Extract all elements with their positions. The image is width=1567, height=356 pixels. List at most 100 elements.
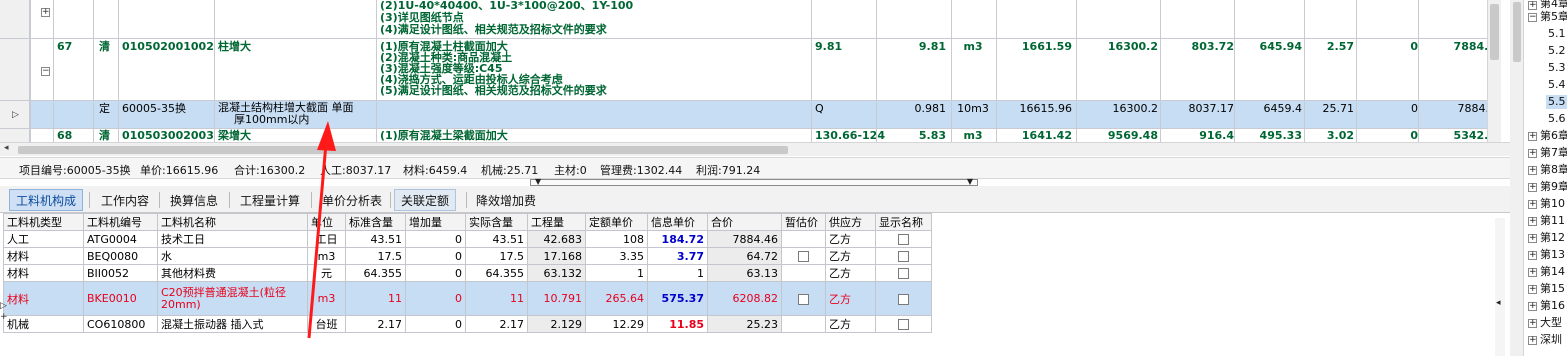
cell-name[interactable]: 其他材料费 [157, 264, 308, 282]
cell-std[interactable]: 64.355 [345, 264, 406, 282]
cell-display-name[interactable] [875, 247, 932, 265]
cell-actual[interactable]: 17.5 [465, 247, 528, 265]
cell-name[interactable]: 技术工日 [157, 230, 308, 248]
tab-quantity-calc[interactable]: 工程量计算 [233, 189, 307, 211]
cell-display-name[interactable] [875, 230, 932, 248]
col-std-content[interactable]: 标准含量 [345, 213, 406, 231]
cell-name[interactable]: 水 [157, 247, 308, 265]
collapse-icon[interactable]: − [41, 67, 50, 76]
cell-display-name[interactable] [875, 315, 932, 333]
cell-actual[interactable]: 11 [465, 281, 528, 316]
expand-icon[interactable]: + [1528, 336, 1537, 345]
tree-item[interactable]: 5.2 [1548, 44, 1566, 58]
cell-quota-price[interactable]: 3.35 [585, 247, 648, 265]
expand-icon[interactable]: + [1528, 1, 1537, 10]
cell-type[interactable]: 材料 [3, 264, 84, 282]
tree-item[interactable]: 大型 [1540, 316, 1562, 330]
cell-supplier[interactable]: 乙方 [825, 315, 876, 333]
col-name[interactable]: 工料机名称 [157, 213, 308, 231]
cell-std[interactable]: 17.5 [345, 247, 406, 265]
expand-icon[interactable]: + [1528, 285, 1537, 294]
tree-item[interactable]: 深圳 [1540, 333, 1562, 347]
cell-actual[interactable]: 43.51 [465, 230, 528, 248]
col-sum[interactable]: 合价 [707, 213, 782, 231]
cell-unit[interactable]: 台班 [307, 315, 346, 333]
expand-icon[interactable]: + [1528, 149, 1537, 158]
cell-info-price[interactable]: 3.77 [647, 247, 708, 265]
expand-icon[interactable]: + [1528, 268, 1537, 277]
tree-item[interactable]: 第11 [1540, 214, 1565, 228]
cell-unit[interactable]: 元 [307, 264, 346, 282]
cell-code[interactable]: CO610800 [83, 315, 158, 333]
tree-item[interactable]: 5.4 [1548, 78, 1566, 92]
col-display-name[interactable]: 显示名称 [875, 213, 932, 231]
expand-icon[interactable]: + [1528, 200, 1537, 209]
display-checkbox[interactable] [898, 234, 909, 245]
cell-info-price[interactable]: 575.37 [647, 281, 708, 316]
tree-item[interactable]: 第14 [1540, 265, 1565, 279]
cell-std[interactable]: 43.51 [345, 230, 406, 248]
table-row[interactable]: 材料 BII0052 其他材料费 元 64.355 0 64.355 63.13… [3, 264, 932, 282]
cell-add[interactable]: 0 [405, 281, 466, 316]
panel-splitter[interactable]: ▼ ▼ [530, 177, 978, 186]
cell-supplier[interactable]: 乙方 [825, 230, 876, 248]
expand-icon[interactable]: + [1528, 319, 1537, 328]
cell-type[interactable]: 材料 [3, 247, 84, 265]
cell-quota-price[interactable]: 1 [585, 264, 648, 282]
cell-name[interactable]: C20预拌普通混凝土(粒径 20mm) [157, 281, 308, 316]
tab-work-content[interactable]: 工作内容 [94, 189, 156, 211]
tab-conversion-info[interactable]: 换算信息 [163, 189, 225, 211]
cell-quota-price[interactable]: 12.29 [585, 315, 648, 333]
col-type[interactable]: 工料机类型 [3, 213, 84, 231]
cell-type[interactable]: 人工 [3, 230, 84, 248]
expand-icon[interactable]: + [1528, 302, 1537, 311]
cell-display-name[interactable] [875, 281, 932, 316]
expand-icon[interactable]: + [0, 312, 8, 322]
lower-vertical-scrollbar[interactable]: ◂ [1495, 218, 1505, 356]
tree-item[interactable]: 5.1 [1548, 27, 1566, 41]
tab-efficiency-reduction[interactable]: 降效增加费 [469, 189, 543, 211]
expand-icon[interactable]: + [41, 8, 50, 17]
display-checkbox[interactable] [898, 319, 909, 330]
col-quota-price[interactable]: 定额单价 [585, 213, 648, 231]
upper-horizontal-scrollbar[interactable]: ◂ [0, 142, 1510, 156]
tab-unit-price-analysis[interactable]: 单价分析表 [315, 189, 389, 211]
col-unit[interactable]: 单位 [307, 213, 346, 231]
cell-type[interactable]: 材料 [3, 281, 84, 316]
cell-provisional[interactable] [781, 281, 826, 316]
display-checkbox[interactable] [898, 268, 909, 279]
cell-std[interactable]: 2.17 [345, 315, 406, 333]
cell-provisional[interactable] [781, 247, 826, 265]
grid-row-partial[interactable]: + (2)1U-40*40400、1U-3*100@200、1Y-100 (3)… [0, 0, 1496, 39]
tab-related-quota[interactable]: 关联定额 [394, 189, 457, 211]
table-row[interactable]: 人工 ATG0004 技术工日 工日 43.51 0 43.51 42.683 … [3, 230, 932, 248]
scroll-left-icon[interactable]: ◂ [4, 143, 9, 153]
col-code[interactable]: 工料机编号 [83, 213, 158, 231]
cell-add[interactable]: 0 [405, 230, 466, 248]
collapse-icon[interactable]: − [1528, 13, 1537, 22]
tree-item-selected[interactable]: 5.5 [1546, 95, 1567, 109]
quota-row-selected[interactable]: ▷ 定 60005-35换 混凝土结构柱增大截面 单面 厚100mm以内 Q 0… [0, 101, 1496, 129]
tree-item[interactable]: 第6章 [1540, 129, 1567, 143]
cell-add[interactable]: 0 [405, 264, 466, 282]
tab-labor-material-machine[interactable]: 工料机构成 [9, 189, 84, 211]
cell-code[interactable]: BEQ0080 [83, 247, 158, 265]
cell-add[interactable]: 0 [405, 247, 466, 265]
tree-item[interactable]: 第15 [1540, 282, 1565, 296]
expand-icon[interactable]: + [1528, 217, 1537, 226]
cell-code[interactable]: BII0052 [83, 264, 158, 282]
tree-item[interactable]: 第9章 [1540, 180, 1567, 194]
expand-icon[interactable]: + [1528, 183, 1537, 192]
cell-supplier[interactable]: 乙方 [825, 247, 876, 265]
cell-quota-price[interactable]: 265.64 [585, 281, 648, 316]
expand-icon[interactable]: + [1528, 251, 1537, 260]
cell-std[interactable]: 11 [345, 281, 406, 316]
cell-provisional[interactable] [781, 230, 826, 248]
cell-code[interactable]: BKE0010 [83, 281, 158, 316]
col-supplier[interactable]: 供应方 [825, 213, 876, 231]
provisional-checkbox[interactable] [798, 293, 809, 305]
cell-supplier[interactable]: 乙方 [825, 281, 876, 316]
col-actual-content[interactable]: 实际含量 [465, 213, 528, 231]
tree-item[interactable]: 第5章 [1540, 10, 1567, 24]
cell-provisional[interactable] [781, 315, 826, 333]
